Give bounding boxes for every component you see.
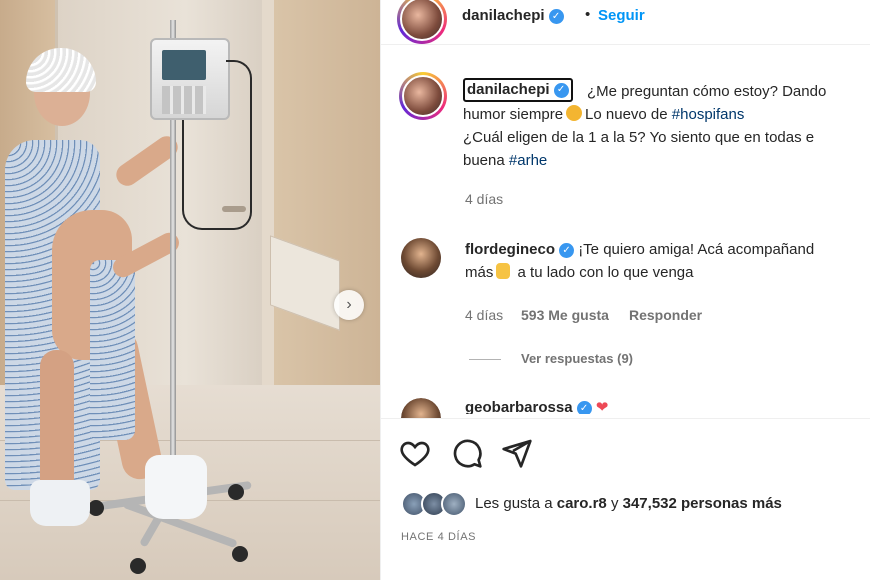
commenter-avatar-image [401,398,441,418]
commenter-avatar[interactable] [401,238,441,278]
chevron-right-icon: › [346,296,352,313]
photo-iv-tube [182,120,230,230]
commenter-avatar-image [401,238,441,278]
photo-shoe-cover [145,455,207,519]
comment-text: a tu lado con lo que venga [517,264,694,281]
follow-button[interactable]: Seguir [598,7,645,24]
photo-person-leg [40,350,74,500]
photo-iv-wheel [130,558,146,574]
likes-summary: Les gusta a caro.r8 y 347,532 personas m… [475,495,782,512]
heart-icon [400,441,430,467]
send-icon [502,439,532,468]
header-divider [381,44,870,45]
commenter-avatar[interactable] [401,398,441,418]
caption-line: ¿Me preguntan cómo estoy? Dando [587,83,827,100]
caption-line: humor siempre [463,106,564,123]
likers-avatars[interactable] [401,491,471,517]
liker-avatar [441,491,467,517]
photo-wall-right [274,0,380,430]
red-heart-emoji-icon: ❤ [595,399,609,414]
post-date[interactable]: HACE 4 DÍAS [401,531,476,543]
photo-shoe-cover [30,480,90,526]
hashtag-link[interactable]: #arhe [509,152,547,169]
comment-timestamp[interactable]: 4 días [465,307,503,323]
rofl-emoji-icon [566,105,583,121]
caption-username-text[interactable]: danilachepi [467,81,550,98]
comment-text: más [465,264,494,281]
verified-badge-icon: ✓ [548,8,564,24]
liker-username[interactable]: caro.r8 [557,495,607,512]
post-author-name[interactable]: danilachepi [462,7,545,24]
photo-infusion-pump [150,38,230,120]
comment-username[interactable]: geobarbarossa [465,399,573,414]
caption-author-avatar[interactable] [399,72,447,120]
replies-divider [469,359,501,360]
photo-gown-back [90,260,135,440]
comment-likes[interactable]: 593 Me gusta [521,307,609,323]
caption-line: ¿Cuál eligen de la 1 a la 5? Yo siento q… [463,129,815,146]
actions-divider [381,418,870,419]
share-button[interactable] [501,437,533,469]
comment-item-partial: geobarbarossa ✓ ❤ [465,398,608,414]
verified-badge-icon: ✓ [559,242,575,258]
photo-pump-screen [162,50,206,80]
author-avatar[interactable] [397,0,447,44]
comment-button[interactable] [451,437,483,469]
header-separator: • [585,6,591,23]
caption-line: buena [463,152,505,169]
photo-pump-keys [162,86,206,114]
comment-text: ¡Te quiero amiga! Acá acompañand [578,241,815,258]
caption-username[interactable]: danilachepi ✓ [463,78,573,102]
likes-count[interactable]: 347,532 personas más [623,495,782,512]
reply-button[interactable]: Responder [629,307,702,323]
post-header-username[interactable]: danilachepi ✓ [462,7,564,24]
caption-line: Lo nuevo de [585,106,668,123]
comment-username[interactable]: flordegineco [465,241,555,258]
post-side-panel: danilachepi ✓ • Seguir ¿Me preguntan cómo… [380,0,870,580]
raised-hands-emoji-icon [496,263,511,279]
likes-joiner: y [610,495,619,512]
like-button[interactable] [399,437,431,469]
verified-badge-icon: ✓ [576,400,592,414]
verified-badge-icon: ✓ [553,82,569,98]
comment-icon [453,439,482,468]
carousel-next-button[interactable]: › [334,290,364,320]
comment-item: flordegineco ✓ ¡Te quiero amiga! Acá acom… [465,238,870,284]
likes-prefix: Les gusta a [475,495,553,512]
post-photo[interactable]: › [0,0,380,580]
hashtag-link[interactable]: #hospifans [672,106,745,123]
photo-iv-wheel [88,500,104,516]
view-replies-button[interactable]: Ver respuestas (9) [521,351,633,366]
photo-door-frame [262,0,274,390]
photo-iv-wheel [228,484,244,500]
photo-iv-wheel [232,546,248,562]
caption-timestamp[interactable]: 4 días [465,191,503,207]
author-avatar-image [400,0,444,41]
caption-author-avatar-image [402,75,444,117]
